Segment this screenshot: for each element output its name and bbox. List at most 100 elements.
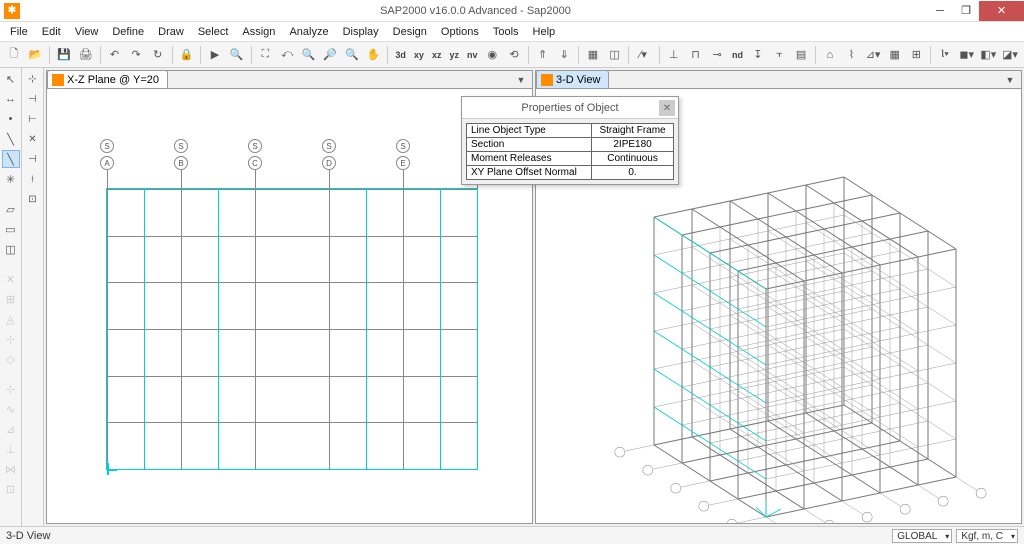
draw-rect-area-tool[interactable]: ▭ [2,220,20,238]
snap-tool-e[interactable]: ⋈ [2,460,20,478]
snap-tool-f[interactable]: ⊡ [2,480,20,498]
snap-point-icon[interactable]: ⊹ [24,70,42,88]
frame-load-button[interactable]: ⫟ [770,45,790,65]
prop-val[interactable]: 2IPE180 [592,138,674,152]
up-button[interactable]: ⇑ [533,45,553,65]
menu-view[interactable]: View [69,24,105,40]
show-tables-button[interactable]: ▦ [885,45,905,65]
new-button[interactable]: 🗋 [4,45,24,65]
prop-val[interactable]: Straight Frame [592,124,674,138]
menu-file[interactable]: File [4,24,34,40]
prop-val[interactable]: 0. [592,166,674,180]
menu-edit[interactable]: Edit [36,24,67,40]
perspective-button[interactable]: ◉ [482,45,502,65]
snap-perp-icon[interactable]: ⊣ [24,150,42,168]
print-button[interactable]: 🖨 [76,45,96,65]
set-elements-button[interactable]: ▦ [583,45,603,65]
zoom-prev-button[interactable]: ⤺ [277,45,297,65]
pan-button[interactable]: ✋ [364,45,384,65]
quick-draw-area-tool[interactable]: ◫ [2,240,20,258]
snap-tool-d[interactable]: ⊥ [2,440,20,458]
design-cold-button[interactable]: ◪▾ [1000,45,1020,65]
zoom-restore-button[interactable]: 🔍 [342,45,362,65]
menu-options[interactable]: Options [435,24,485,40]
view-dropdown-left[interactable]: ▼ [514,73,528,87]
properties-close-button[interactable]: ✕ [659,100,675,116]
pointer-tool[interactable]: ↖ [2,70,20,88]
quick-draw-brace-tool[interactable]: ✳ [2,170,20,188]
menu-assign[interactable]: Assign [236,24,281,40]
zoom-rubber-button[interactable]: 🔍 [227,45,247,65]
show-forces-button[interactable]: ⊿▾ [863,45,883,65]
redo-button[interactable]: ↷ [126,45,146,65]
object-shrink-button[interactable]: ◫ [605,45,625,65]
snap-joint-tool[interactable]: ⊹ [2,330,20,348]
joint-restraint-button[interactable]: ⊥ [664,45,684,65]
properties-title[interactable]: Properties of Object ✕ [462,97,678,119]
rotate3d-button[interactable]: ⟲ [504,45,524,65]
nd-button[interactable]: nd [729,45,746,65]
open-button[interactable]: 📂 [26,45,46,65]
close-button[interactable]: ✕ [979,1,1024,21]
select-prev-tool[interactable]: ⊞ [2,290,20,308]
frame-release-button[interactable]: ⊸ [707,45,727,65]
draw-poly-area-tool[interactable]: ▱ [2,200,20,218]
view-yz-button[interactable]: yz [446,45,462,65]
menu-analyze[interactable]: Analyze [283,24,334,40]
zoom-full-button[interactable]: ⛶ [255,45,275,65]
view-3d-button[interactable]: 3d [392,45,409,65]
quick-draw-frame-tool[interactable]: ╲ [2,150,20,168]
draw-frame-tool[interactable]: ╲ [2,130,20,148]
view-nv-button[interactable]: nv [464,45,481,65]
snap-tool-a[interactable]: ⊹ [2,380,20,398]
menu-tools[interactable]: Tools [487,24,525,40]
area-load-button[interactable]: ▤ [791,45,811,65]
lock-button[interactable]: 🔒 [177,45,197,65]
zoom-out-button[interactable]: 🔎 [320,45,340,65]
snap-intersect-icon[interactable]: ✕ [24,130,42,148]
view-xz-button[interactable]: xz [429,45,445,65]
menu-draw[interactable]: Draw [152,24,190,40]
refresh-button[interactable]: ↻ [148,45,168,65]
run-button[interactable]: ▶ [205,45,225,65]
units-dropdown[interactable]: Kgf, m, C [956,529,1018,543]
view-tab-right[interactable]: 3-D View [536,70,609,88]
reshape-tool[interactable]: ↔ [2,90,20,108]
show-named-button[interactable]: ⊞ [907,45,927,65]
menu-help[interactable]: Help [527,24,562,40]
snap-mid-icon[interactable]: ⊢ [24,110,42,128]
view-tab-left[interactable]: X-Z Plane @ Y=20 [47,70,168,88]
snap-grid-icon[interactable]: ⊡ [24,190,42,208]
snap-end-icon[interactable]: ⊣ [24,90,42,108]
snap-line-icon[interactable]: ⟊ [24,170,42,188]
snap-tool-b[interactable]: ∿ [2,400,20,418]
save-button[interactable]: 💾 [54,45,74,65]
view-xy-button[interactable]: xy [411,45,427,65]
minimize-button[interactable]: ─ [927,1,953,21]
coord-system-dropdown[interactable]: GLOBAL [892,529,952,543]
view-dropdown-right[interactable]: ▼ [1003,73,1017,87]
snap-grid-tool[interactable]: ◇ [2,350,20,368]
select-all-tool[interactable]: ✕ [2,270,20,288]
undo-button[interactable]: ↶ [105,45,125,65]
menu-select[interactable]: Select [192,24,235,40]
draw-special-joint-tool[interactable]: • [2,110,20,128]
canvas-2d[interactable]: SASBSCSDSESF [47,89,532,523]
design-alum-button[interactable]: ◧▾ [979,45,999,65]
design-concrete-button[interactable]: ◼▾ [957,45,977,65]
design-steel-button[interactable]: Ⲓ▾ [935,45,955,65]
menu-define[interactable]: Define [106,24,150,40]
menu-display[interactable]: Display [337,24,385,40]
show-deformed-button[interactable]: ⌇ [842,45,862,65]
menu-design[interactable]: Design [387,24,433,40]
properties-panel[interactable]: Properties of Object ✕ Line Object TypeS… [461,96,679,185]
set-limits-button[interactable]: ⁄▾ [633,45,653,65]
frame-section-button[interactable]: ⊓ [686,45,706,65]
clear-select-tool[interactable]: ◬ [2,310,20,328]
joint-load-button[interactable]: ↧ [748,45,768,65]
prop-val[interactable]: Continuous [592,152,674,166]
snap-tool-c[interactable]: ⊿ [2,420,20,438]
down-button[interactable]: ⇓ [554,45,574,65]
show-undeformed-button[interactable]: ⌂ [820,45,840,65]
maximize-button[interactable]: ❐ [953,1,979,21]
